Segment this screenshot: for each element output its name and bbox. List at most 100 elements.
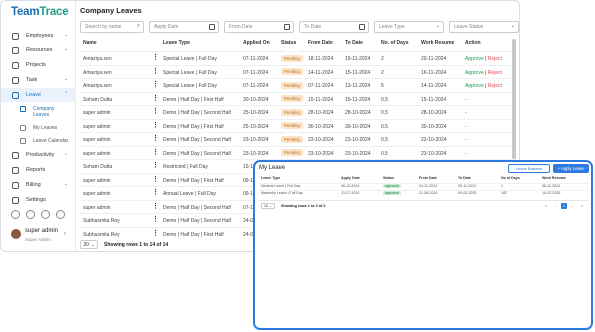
column-header[interactable]: Applied On (243, 40, 270, 46)
first-page-button[interactable]: « (543, 203, 549, 209)
approve-link[interactable]: Approve (465, 83, 484, 89)
sidebar-subitem-my-leaves[interactable]: My Leaves (1, 125, 76, 133)
scrollbar-thumb[interactable] (512, 39, 516, 159)
reject-link[interactable]: Reject (488, 70, 502, 76)
column-header[interactable]: Leave Type (163, 40, 190, 46)
resources-icon (12, 46, 19, 54)
app-logo[interactable]: TeamTrace (11, 6, 69, 18)
column-header[interactable]: To Date (345, 40, 363, 46)
sidebar-item-settings[interactable]: Settings (1, 193, 76, 207)
sidebar-item-projects[interactable]: Projects (1, 58, 76, 72)
column-header[interactable]: From Date (308, 40, 333, 46)
filter-bar: Search by name ⌕ Apply Date From Date To … (80, 21, 519, 33)
next-page-button[interactable]: › (570, 203, 576, 209)
more-options-icon[interactable]: ⋮ (152, 161, 159, 169)
cell-from-date: 23-10-2024 (308, 137, 334, 143)
table-row[interactable]: super admin ⋮ Demo | Half Day | Second Hal… (80, 132, 512, 146)
cell-name: Subhasmita Roy (83, 231, 120, 238)
cell-leave-type: Demo | Half Day | Second Half (163, 204, 231, 211)
more-options-icon[interactable]: ⋮ (152, 107, 159, 115)
productivity-icon (12, 151, 19, 159)
cell-days: 1 (501, 184, 503, 188)
panel-table-row[interactable]: Medical Leave | Full Day 06-10-2024 approv… (259, 183, 589, 189)
more-options-icon[interactable]: ⋮ (152, 175, 159, 183)
more-options-icon[interactable]: ⋮ (152, 53, 159, 61)
more-options-icon[interactable]: ⋮ (152, 188, 159, 196)
more-options-icon[interactable]: ⋮ (152, 67, 159, 75)
sidebar-item-billing[interactable]: Billing ⌄ (1, 178, 76, 192)
search-input[interactable]: Search by name ⌕ (80, 21, 144, 33)
more-options-icon[interactable]: ⋮ (152, 80, 159, 88)
sidebar-item-task[interactable]: Task ⌄ (1, 73, 76, 87)
approve-link[interactable]: Approve (465, 56, 484, 62)
column-header[interactable]: Leave Type (261, 176, 280, 180)
action-separator: - (465, 137, 467, 143)
cell-work-resume: 15-11-2024 (421, 96, 447, 103)
bell-icon[interactable] (41, 210, 50, 219)
sidebar-item-resources[interactable]: Resources ⌄ (1, 43, 76, 57)
column-header[interactable]: Work Resume (421, 40, 454, 46)
more-options-icon[interactable]: ⋮ (152, 94, 159, 102)
panel-title: My Leave (259, 165, 286, 171)
column-header[interactable]: No of Days (501, 176, 520, 180)
table-row[interactable]: super admin ⋮ Demo | Half Day | Second Hal… (80, 145, 512, 160)
reject-link[interactable]: Reject (488, 56, 502, 62)
page-size-select[interactable]: 10 ⌄ (261, 203, 275, 209)
sidebar-subitem-company-leaves[interactable]: Company Leaves (1, 106, 76, 122)
page-button[interactable]: 1 (561, 203, 567, 209)
last-page-button[interactable]: » (579, 203, 585, 209)
more-options-icon[interactable]: ⋮ (152, 215, 159, 223)
more-options-icon[interactable]: ⋮ (152, 121, 159, 129)
help-icon[interactable] (26, 210, 35, 219)
table-row[interactable]: super admin ⋮ Demo | Half Day | Second Hal… (80, 105, 512, 119)
chevron-up-icon: ⌃ (63, 91, 68, 97)
column-header[interactable]: Apply Date (341, 176, 360, 180)
page-size-select[interactable]: 20 ⌄ (80, 240, 98, 249)
sidebar-item-employees[interactable]: Employees ⌄ (1, 29, 76, 43)
from-date-field[interactable]: From Date (224, 21, 294, 33)
user-profile[interactable]: super admin Super Admin › (9, 227, 73, 245)
calendar-icon (12, 91, 19, 99)
leave-status-select[interactable]: Leave Status ⌄ (449, 21, 519, 33)
column-header[interactable]: Status (383, 176, 394, 180)
cell-to-date: 13-11-2024 (345, 83, 371, 89)
cell-name: super admin (83, 204, 111, 211)
column-header[interactable]: Name (83, 40, 97, 46)
sidebar-item-productivity[interactable]: Productivity ⌄ (1, 148, 76, 162)
leave-balance-button[interactable]: Leave Balance (508, 164, 550, 173)
column-header[interactable]: No. of Days (381, 40, 409, 46)
panel-table-row[interactable]: Maternity Leave | Full Day 21-07-2024 appr… (259, 189, 589, 196)
leave-type-select[interactable]: Leave Type ⌄ (374, 21, 444, 33)
sidebar-item-leave[interactable]: Leave ⌃ (1, 88, 76, 102)
cell-leave-type: Demo | Half Day | Second Half (163, 218, 231, 224)
more-options-icon[interactable]: ⋮ (152, 229, 159, 237)
more-options-icon[interactable]: ⋮ (152, 202, 159, 210)
more-options-icon[interactable]: ⋮ (152, 134, 159, 142)
status-badge: Pending (281, 135, 303, 143)
table-row[interactable]: Amaziya.sen ⋮ Special Leave | Full Day 07-1… (80, 78, 512, 92)
apply-leave-button[interactable]: + Apply Leave (553, 164, 589, 173)
approve-link[interactable]: Approve (465, 70, 484, 76)
prev-page-button[interactable]: ‹ (552, 203, 558, 209)
more-options-icon[interactable]: ⋮ (152, 148, 159, 156)
sidebar-item-reports[interactable]: Reports (1, 163, 76, 177)
apply-date-field[interactable]: Apply Date (149, 21, 219, 33)
cell-to-date: 23-10-2024 (345, 137, 371, 143)
to-date-field[interactable]: To Date (299, 21, 369, 33)
sidebar-subitem-leave-calendar[interactable]: Leave Calendar (1, 138, 76, 146)
table-row[interactable]: Amaziya.sen ⋮ Special Leave | Full Day 07-1… (80, 64, 512, 79)
reject-link[interactable]: Reject (488, 83, 502, 89)
table-row[interactable]: Soham Dutta ⋮ Demo | Half Day | First Half… (80, 91, 512, 106)
folder-icon (12, 61, 19, 69)
table-row[interactable]: Amaziya.sen ⋮ Special Leave | Full Day 07-1… (80, 51, 512, 65)
sidebar: TeamTrace Employees ⌄ Resources ⌄ Projects… (1, 1, 76, 251)
table-row[interactable]: super admin ⋮ Demo | Half Day | First Half… (80, 118, 512, 133)
logout-icon[interactable] (56, 210, 65, 219)
my-leave-panel: My Leave Leave Balance + Apply Leave Lea… (253, 160, 593, 330)
column-header[interactable]: Work Resume (542, 176, 566, 180)
mail-icon[interactable] (11, 210, 20, 219)
column-header[interactable]: From Date (419, 176, 437, 180)
column-header[interactable]: Status (281, 40, 296, 46)
column-header[interactable]: To Date (458, 176, 471, 180)
cell-name: super admin (83, 150, 111, 157)
